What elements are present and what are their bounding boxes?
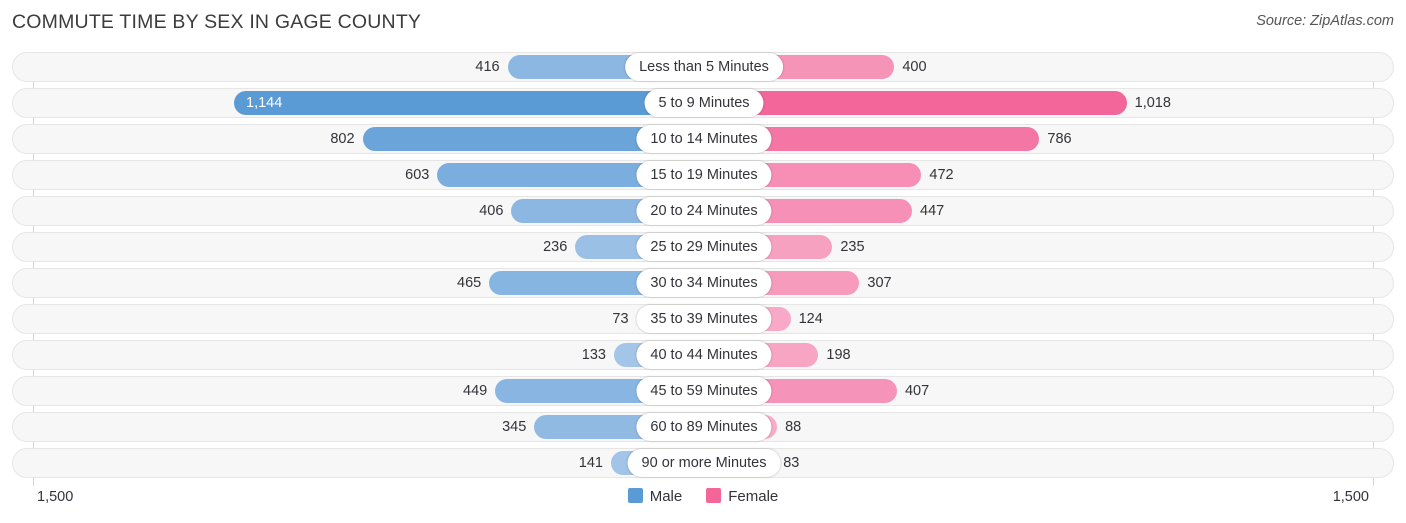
bar-value-male: 73 bbox=[612, 311, 629, 327]
category-label-pill: 35 to 39 Minutes bbox=[636, 305, 772, 333]
bar-value-female: 407 bbox=[904, 383, 930, 399]
bar-row-inner: 802 786 10 to 14 Minutes bbox=[13, 125, 1395, 153]
bar-row-inner: 236 235 25 to 29 Minutes bbox=[13, 233, 1395, 261]
bar-value-male: 133 bbox=[581, 347, 606, 363]
table-row[interactable]: 73 124 35 to 39 Minutes bbox=[12, 304, 1394, 334]
category-label-pill: 45 to 59 Minutes bbox=[636, 377, 772, 405]
category-label-pill: 40 to 44 Minutes bbox=[636, 341, 772, 369]
legend-swatch-icon bbox=[706, 488, 722, 503]
bar-row-inner: 345 88 60 to 89 Minutes bbox=[13, 413, 1395, 441]
table-row[interactable]: 1,144 1,018 5 to 9 Minutes bbox=[12, 88, 1394, 118]
legend-item-male[interactable]: Male bbox=[627, 488, 683, 505]
bar-value-female: 447 bbox=[920, 203, 945, 219]
table-row[interactable]: 345 88 60 to 89 Minutes bbox=[12, 412, 1394, 442]
bar-value-male: 406 bbox=[479, 203, 504, 219]
legend-label: Male bbox=[649, 488, 683, 505]
page-title: COMMUTE TIME BY SEX IN GAGE COUNTY bbox=[12, 11, 422, 33]
category-label-pill: 30 to 34 Minutes bbox=[636, 269, 772, 297]
bar-value-female: 1,018 bbox=[1134, 95, 1171, 111]
bar-value-female: 124 bbox=[798, 311, 823, 327]
legend-label: Female bbox=[728, 488, 779, 505]
bar-row-inner: 1,144 1,018 5 to 9 Minutes bbox=[13, 89, 1395, 117]
table-row[interactable]: 449 407 45 to 59 Minutes bbox=[12, 376, 1394, 406]
bar-value-female: 400 bbox=[902, 59, 927, 75]
bar-value-female: 235 bbox=[840, 239, 865, 255]
bar-value-male: 802 bbox=[330, 131, 355, 147]
bar-value-male: 465 bbox=[457, 275, 482, 291]
bar-value-male: 449 bbox=[463, 383, 488, 399]
category-label-pill: 90 or more Minutes bbox=[627, 449, 781, 477]
table-row[interactable]: 141 83 90 or more Minutes bbox=[12, 448, 1394, 478]
bar-value-male: 345 bbox=[502, 419, 527, 435]
chart-header: COMMUTE TIME BY SEX IN GAGE COUNTY Sourc… bbox=[0, 0, 1406, 46]
table-row[interactable]: 416 400 Less than 5 Minutes bbox=[12, 52, 1394, 82]
source-attribution: Source: ZipAtlas.com bbox=[1256, 13, 1394, 29]
table-row[interactable]: 802 786 10 to 14 Minutes bbox=[12, 124, 1394, 154]
chart-legend: Male Female bbox=[0, 488, 1406, 505]
bar-row-inner: 465 307 30 to 34 Minutes bbox=[13, 269, 1395, 297]
bar-value-female: 88 bbox=[785, 419, 802, 435]
category-label-pill: 20 to 24 Minutes bbox=[636, 197, 772, 225]
table-row[interactable]: 406 447 20 to 24 Minutes bbox=[12, 196, 1394, 226]
bar-value-female: 198 bbox=[826, 347, 851, 363]
bar-female[interactable] bbox=[704, 91, 1127, 115]
chart-plot-area: 416 400 Less than 5 Minutes 1,144 1,018 5 to … bbox=[0, 52, 1406, 486]
bar-row-inner: 73 124 35 to 39 Minutes bbox=[13, 305, 1395, 333]
category-label-pill: Less than 5 Minutes bbox=[625, 53, 783, 81]
bar-row-inner: 141 83 90 or more Minutes bbox=[13, 449, 1395, 477]
bar-row-inner: 406 447 20 to 24 Minutes bbox=[13, 197, 1395, 225]
table-row[interactable]: 133 198 40 to 44 Minutes bbox=[12, 340, 1394, 370]
bar-row-inner: 416 400 Less than 5 Minutes bbox=[13, 53, 1395, 81]
bar-row-inner: 449 407 45 to 59 Minutes bbox=[13, 377, 1395, 405]
category-label-pill: 25 to 29 Minutes bbox=[636, 233, 772, 261]
legend-item-female[interactable]: Female bbox=[706, 488, 778, 505]
bar-row-inner: 603 472 15 to 19 Minutes bbox=[13, 161, 1395, 189]
table-row[interactable]: 236 235 25 to 29 Minutes bbox=[12, 232, 1394, 262]
category-label-pill: 10 to 14 Minutes bbox=[636, 125, 772, 153]
bar-value-male: 236 bbox=[543, 239, 568, 255]
table-row[interactable]: 465 307 30 to 34 Minutes bbox=[12, 268, 1394, 298]
bar-value-male: 603 bbox=[405, 167, 430, 183]
bar-value-female: 786 bbox=[1047, 131, 1072, 147]
bar-value-male: 1,144 bbox=[246, 95, 283, 111]
category-label-pill: 60 to 89 Minutes bbox=[636, 413, 772, 441]
legend-swatch-icon bbox=[627, 488, 643, 503]
category-label-pill: 15 to 19 Minutes bbox=[636, 161, 772, 189]
bar-value-male: 416 bbox=[475, 59, 500, 75]
bar-row-inner: 133 198 40 to 44 Minutes bbox=[13, 341, 1395, 369]
table-row[interactable]: 603 472 15 to 19 Minutes bbox=[12, 160, 1394, 190]
chart-footer: 1,500 1,500 Male Female bbox=[0, 486, 1406, 523]
bar-value-female: 307 bbox=[867, 275, 892, 291]
bar-value-male: 141 bbox=[578, 455, 603, 471]
bar-value-female: 472 bbox=[929, 167, 954, 183]
bar-value-female: 83 bbox=[783, 455, 800, 471]
category-label-pill: 5 to 9 Minutes bbox=[644, 89, 764, 117]
